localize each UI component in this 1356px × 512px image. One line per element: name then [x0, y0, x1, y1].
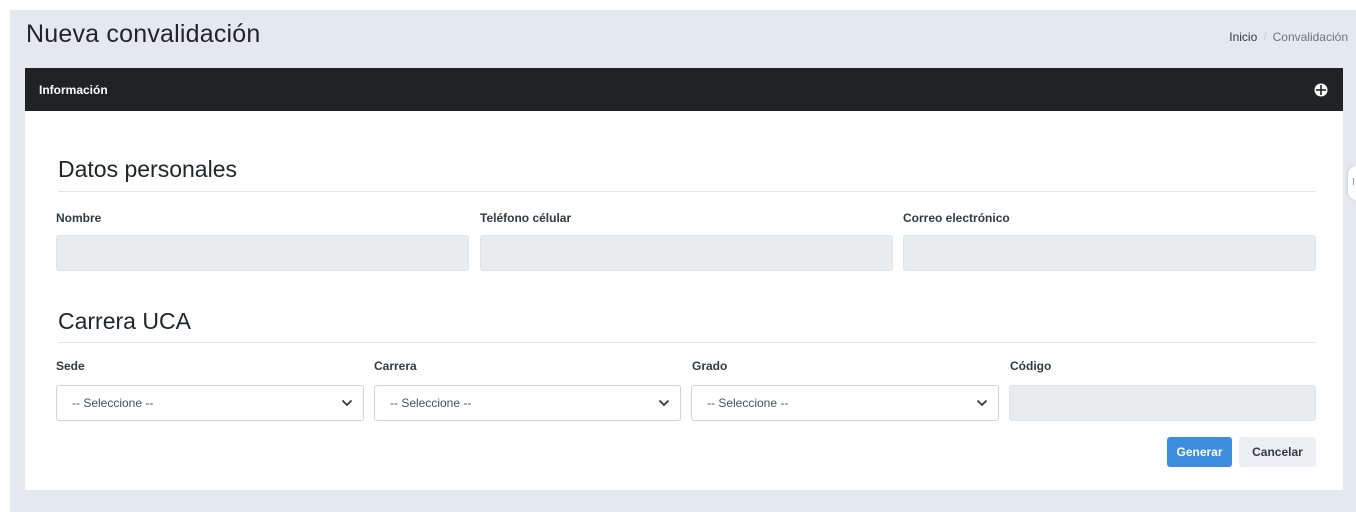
codigo-input[interactable]: [1009, 385, 1316, 421]
breadcrumb: Inicio / Convalidación: [1229, 30, 1348, 44]
information-card: Información Datos personales Nombre Telé…: [25, 68, 1343, 490]
content-wrapper: Nueva convalidación Inicio / Convalidaci…: [10, 10, 1356, 512]
sede-select[interactable]: -- Seleccione --: [56, 385, 364, 421]
grado-select[interactable]: -- Seleccione --: [691, 385, 999, 421]
cancel-button[interactable]: Cancelar: [1239, 437, 1316, 467]
page-title: Nueva convalidación: [26, 20, 261, 48]
carrera-select[interactable]: -- Seleccione --: [374, 385, 681, 421]
section-title-carrera: Carrera UCA: [58, 308, 191, 334]
side-panel-handle[interactable]: ⁝: [1348, 166, 1356, 200]
section-title-personal: Datos personales: [58, 156, 237, 182]
grado-selected-value: -- Seleccione --: [707, 396, 789, 410]
card-title: Información: [39, 82, 108, 97]
breadcrumb-current: Convalidación: [1272, 30, 1348, 44]
card-header: Información: [25, 68, 1343, 111]
telefono-label: Teléfono célular: [480, 211, 572, 225]
carrera-selected-value: -- Seleccione --: [390, 396, 472, 410]
sede-label: Sede: [56, 359, 85, 373]
telefono-input[interactable]: [480, 235, 893, 271]
sede-selected-value: -- Seleccione --: [72, 396, 154, 410]
breadcrumb-home-link[interactable]: Inicio: [1229, 30, 1257, 44]
drag-handle-icon: ⁝: [1351, 177, 1355, 188]
chevron-down-icon: [976, 399, 988, 407]
codigo-label: Código: [1010, 359, 1052, 373]
crosshair-circle-icon[interactable]: [1313, 82, 1329, 98]
breadcrumb-separator: /: [1263, 30, 1267, 44]
generate-button[interactable]: Generar: [1167, 437, 1232, 467]
page: Nueva convalidación Inicio / Convalidaci…: [0, 0, 1356, 512]
correo-input[interactable]: [903, 235, 1316, 271]
section-divider: [58, 191, 1316, 192]
nombre-label: Nombre: [56, 211, 102, 225]
chevron-down-icon: [341, 399, 353, 407]
correo-label: Correo electrónico: [903, 211, 1010, 225]
chevron-down-icon: [658, 399, 670, 407]
section-divider: [58, 342, 1316, 343]
carrera-label: Carrera: [374, 359, 417, 373]
nombre-input[interactable]: [56, 235, 469, 271]
grado-label: Grado: [692, 359, 728, 373]
